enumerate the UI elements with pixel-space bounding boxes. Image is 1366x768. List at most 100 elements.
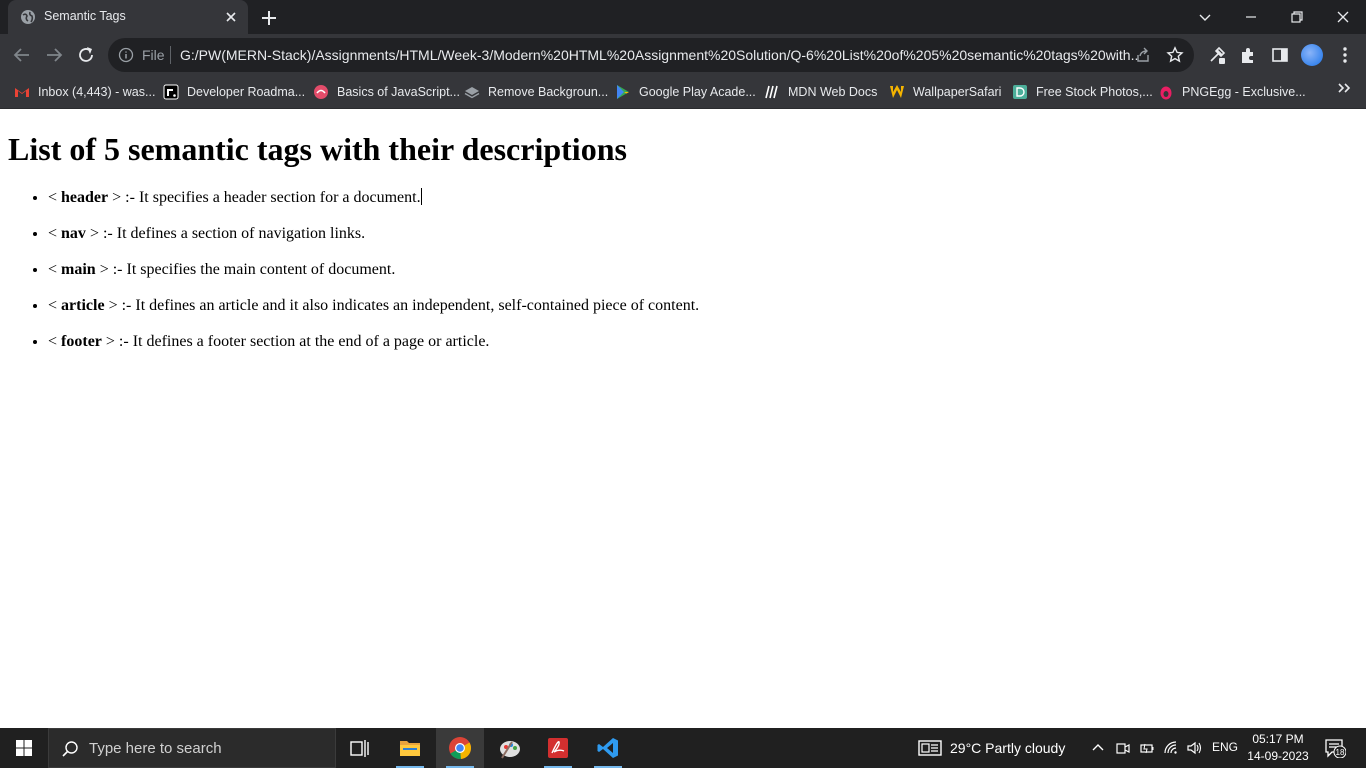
minimize-icon[interactable] [1239,5,1263,29]
forward-icon[interactable] [43,44,65,66]
windows-start-icon[interactable] [0,728,48,768]
list-item: < nav > :- It defines a section of navig… [48,224,699,260]
tag-description: :- It defines a section of navigation li… [98,225,366,242]
tag-description: :- It specifies a header section for a d… [121,189,421,206]
bookmark-label: MDN Web Docs [788,85,878,99]
bookmark-remove-background[interactable]: Remove Backgroun... [464,82,608,102]
tag-close-bracket: > [108,189,122,206]
tag-open-bracket: < [48,333,62,350]
new-tab-icon[interactable] [258,7,280,29]
bookmark-inbox[interactable]: Inbox (4,443) - was... [14,82,155,102]
address-bar[interactable]: File G:/PW(MERN-Stack)/Assignments/HTML/… [108,38,1194,72]
tag-close-bracket: > [101,333,115,350]
bookmark-label: Developer Roadma... [187,85,306,99]
paint-palette-icon [500,741,520,759]
bookmark-free-stock-photos[interactable]: Free Stock Photos,... [1012,82,1153,102]
wifi-icon[interactable] [1163,740,1179,756]
battery-icon[interactable] [1139,740,1155,756]
pdf-reader-icon [548,738,568,758]
weather-news-icon [918,740,942,756]
text-caret [420,188,422,205]
close-tab-icon[interactable] [222,8,240,26]
show-hidden-icons-icon[interactable] [1090,740,1106,756]
input-language[interactable]: ENG [1212,740,1238,754]
notification-center-icon[interactable]: 18 [1324,738,1346,758]
site-info-icon[interactable] [118,47,134,63]
taskbar-search[interactable]: Type here to search [48,728,336,768]
vscode-button[interactable] [584,728,632,768]
side-panel-icon[interactable] [1270,45,1290,65]
folder-icon [400,741,420,756]
mdn-icon [765,85,778,99]
bookmark-label: Google Play Acade... [639,85,756,99]
globe-icon [21,10,35,24]
divider [170,46,171,64]
clock-date: 14-09-2023 [1247,749,1309,763]
tag-open-bracket: < [48,261,62,278]
extensions-puzzle-icon[interactable] [1238,45,1258,65]
bookmark-mdn-web-docs[interactable]: MDN Web Docs [764,82,877,102]
list-item: < article > :- It defines an article and… [48,296,699,332]
gmail-icon [15,88,29,97]
bookmarks-bar: Inbox (4,443) - was... Developer Roadma.… [0,76,1366,109]
layers-icon [464,87,480,99]
weather-widget[interactable]: 29°C Partly cloudy [918,728,1065,768]
chrome-icon [449,737,472,760]
clock-time: 05:17 PM [1252,732,1304,746]
search-placeholder: Type here to search [89,740,222,757]
task-view-icon [350,740,369,757]
bookmark-star-icon[interactable] [1166,46,1184,64]
profile-avatar[interactable] [1301,44,1323,66]
bookmark-google-play-academy[interactable]: Google Play Acade... [615,82,756,102]
clock[interactable]: 05:17 PM 14-09-2023 [1244,731,1312,765]
stock-photos-icon [1013,85,1027,99]
tag-close-bracket: > [95,261,109,278]
bookmark-label: Basics of JavaScript... [337,85,460,99]
bookmark-label: PNGEgg - Exclusive... [1182,85,1306,99]
tab-search-icon[interactable] [1193,5,1217,29]
more-bookmarks-icon[interactable] [1336,80,1352,96]
page-title: List of 5 semantic tags with their descr… [8,131,627,167]
tag-open-bracket: < [48,189,62,206]
bookmark-label: Free Stock Photos,... [1036,85,1153,99]
url-text[interactable]: G:/PW(MERN-Stack)/Assignments/HTML/Week-… [180,47,1138,63]
bookmark-pngegg[interactable]: PNGEgg - Exclusive... [1158,82,1306,102]
restore-icon[interactable] [1285,5,1309,29]
acrobat-button[interactable] [534,728,582,768]
reload-icon[interactable] [75,44,97,66]
bookmark-basics-javascript[interactable]: Basics of JavaScript... [313,82,460,102]
browser-tab[interactable]: Semantic Tags [8,0,248,34]
pngegg-icon [1160,86,1172,100]
weather-text: 29°C Partly cloudy [950,740,1066,756]
tag-close-bracket: > [85,225,99,242]
tag-name: footer [61,333,102,350]
extension-eyedropper-icon[interactable] [1207,45,1227,65]
tag-name: nav [61,225,86,242]
tag-description: :- It defines a footer section at the en… [114,333,490,350]
tag-description: :- It defines an article and it also ind… [117,297,700,314]
browser-toolbar: File G:/PW(MERN-Stack)/Assignments/HTML/… [0,34,1366,76]
google-play-icon [617,85,629,99]
chrome-button[interactable] [436,728,484,768]
tag-open-bracket: < [48,225,62,242]
roadmap-icon [163,84,179,100]
bookmark-developer-roadmap[interactable]: Developer Roadma... [163,82,305,102]
back-icon[interactable] [11,44,33,66]
task-view-button[interactable] [336,728,384,768]
volume-icon[interactable] [1186,740,1202,756]
file-explorer-button[interactable] [386,728,434,768]
scheme-label: File [142,47,165,63]
menu-kebab-icon[interactable] [1335,45,1355,65]
semantic-tags-list: < header > :- It specifies a header sect… [48,188,699,368]
meet-now-icon[interactable] [1115,740,1131,756]
paint-app-button[interactable] [486,728,534,768]
share-icon[interactable] [1134,46,1152,64]
tag-open-bracket: < [48,297,62,314]
bookmark-label: Remove Backgroun... [488,85,609,99]
bookmark-wallpapersafari[interactable]: WallpaperSafari [889,82,1001,102]
close-window-icon[interactable] [1331,5,1355,29]
list-item: < footer > :- It defines a footer sectio… [48,332,699,368]
page-content: List of 5 semantic tags with their descr… [0,110,1366,728]
tab-title: Semantic Tags [44,9,126,23]
taskbar: Type here to search 29°C Partly cloudy E… [0,728,1366,768]
